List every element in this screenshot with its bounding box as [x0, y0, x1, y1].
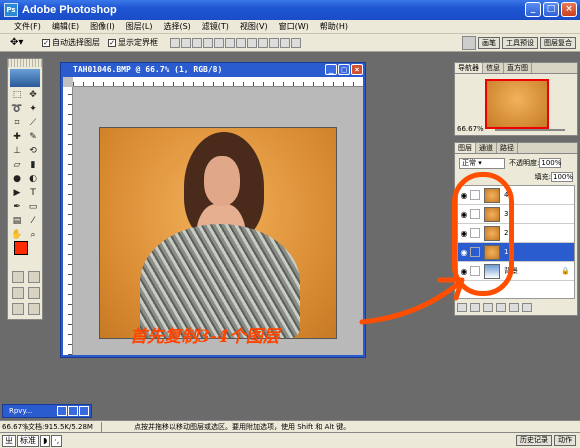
annotation-arrow [359, 277, 465, 325]
minimized-document-title: Rpvy... [9, 407, 33, 415]
minimized-document[interactable]: Rpvy... [2, 404, 92, 418]
tab-actions[interactable]: 动作 [554, 435, 576, 446]
ime-moon-icon[interactable]: ◗ [40, 434, 51, 447]
status-doc-size[interactable]: 文档:915.5K/5.28M [26, 421, 102, 432]
tab-history[interactable]: 历史记录 [516, 435, 552, 446]
restore-icon[interactable] [57, 406, 67, 416]
close-icon[interactable] [79, 406, 89, 416]
status-zoom[interactable]: 66.67% [0, 422, 29, 431]
maximize-icon[interactable] [68, 406, 78, 416]
ime-icon[interactable]: ㄓ [2, 434, 16, 447]
status-bar: 66.67% 文档:915.5K/5.28M 点按并拖移以移动图层或选区。要用附… [0, 420, 580, 432]
status-hint: 点按并拖移以移动图层或选区。要用附加选项，使用 Shift 和 Alt 键。 [134, 422, 351, 431]
ime-punct-icon[interactable]: ·, [51, 434, 63, 447]
ime-standard[interactable]: 标准 [17, 434, 39, 447]
taskbar: ㄓ 标准 ◗ ·, 历史记录 动作 [0, 432, 580, 448]
ime-bar: ㄓ 标准 ◗ ·, [2, 434, 63, 447]
